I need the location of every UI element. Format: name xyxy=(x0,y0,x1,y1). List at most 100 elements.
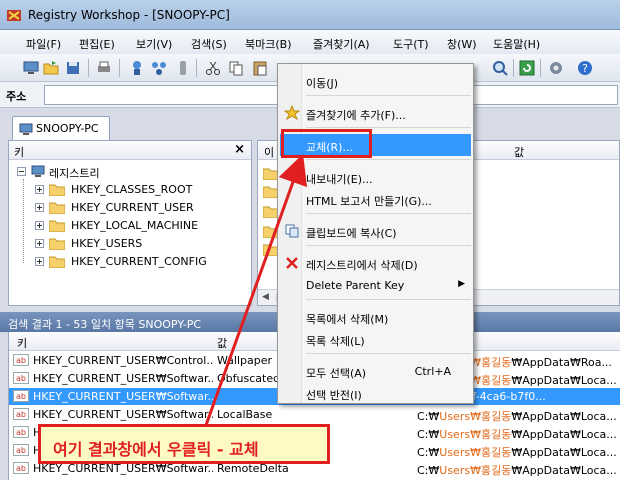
expand-toggle-icon[interactable] xyxy=(35,203,44,212)
results-key-column[interactable]: 키 xyxy=(17,335,27,351)
menu-item-label: 선택 반전(I) xyxy=(306,389,362,402)
column-value-header[interactable]: 값 xyxy=(514,144,524,160)
menu-item[interactable]: 모두 선택(A) Ctrl+A xyxy=(280,360,471,382)
toolbar-separator xyxy=(196,59,197,77)
connect-icon[interactable] xyxy=(128,59,146,77)
menu-item-label: Delete Parent Key xyxy=(306,279,405,292)
title-bar: Registry Workshop - [SNOOPY-PC] xyxy=(0,0,620,30)
menu-item-shortcut: Ctrl+A xyxy=(414,365,451,378)
row-data: C:₩Users₩홍길동₩AppData₩Loca... xyxy=(417,462,620,477)
collapse-toggle-icon[interactable] xyxy=(17,167,26,176)
string-value-icon: ab xyxy=(13,444,29,456)
expand-toggle-icon[interactable] xyxy=(35,257,44,266)
menu-bar: 파일(F) 편집(E) 보기(V) 검색(S) 북마크(B) 즐겨찾기(A) 도… xyxy=(0,30,620,54)
menu-file[interactable]: 파일(F) xyxy=(26,36,61,52)
cut-icon[interactable] xyxy=(204,59,222,77)
svg-text:ab: ab xyxy=(16,410,26,419)
row-data-path: ₩AppData₩Roa... xyxy=(511,356,612,369)
menu-item[interactable]: 선택 반전(I) xyxy=(280,382,471,404)
menu-separator xyxy=(306,159,471,160)
row-data-path: ₩AppData₩Loca... xyxy=(511,464,617,477)
tab-snoopy-pc[interactable]: SNOOPY-PC xyxy=(12,116,110,140)
svg-text:ab: ab xyxy=(16,392,26,401)
tree-item-label: HKEY_CURRENT_USER xyxy=(71,201,194,214)
find-icon[interactable] xyxy=(491,59,509,77)
toolbar-separator xyxy=(119,59,120,77)
tree-item-label: HKEY_CLASSES_ROOT xyxy=(71,183,193,196)
menu-item[interactable]: HTML 보고서 만들기(G)... xyxy=(280,188,471,210)
menu-separator xyxy=(306,245,471,246)
highlight-box xyxy=(281,129,372,158)
string-value-icon: ab xyxy=(13,426,29,438)
menu-item[interactable]: 즐겨찾기에 추가(F)... xyxy=(280,102,471,124)
menu-item[interactable]: 목록에서 삭제(M) xyxy=(280,306,471,328)
row-data: C:₩Users₩홍길동₩AppData₩Loca... xyxy=(417,444,620,459)
print-icon[interactable] xyxy=(95,59,113,77)
computer-icon[interactable] xyxy=(22,59,40,77)
context-menu: 이동(J) 즐겨찾기에 추가(F)... 교체(R)... 내보내기(E)... HTM… xyxy=(277,63,474,404)
menu-view[interactable]: 보기(V) xyxy=(136,36,172,52)
table-row[interactable]: ab HKEY_CURRENT_USER₩Softwar... LocalBase C… xyxy=(9,406,620,423)
row-data-path: ₩AppData₩Loca... xyxy=(511,428,617,441)
svg-text:ab: ab xyxy=(16,428,26,437)
menu-favorites[interactable]: 즐겨찾기(A) xyxy=(313,36,370,52)
menu-tools[interactable]: 도구(T) xyxy=(393,36,429,52)
refresh-icon[interactable] xyxy=(518,59,536,77)
menu-item[interactable]: Delete Parent Key ▶ xyxy=(280,274,471,296)
options-icon[interactable] xyxy=(547,59,565,77)
tree-guide-line xyxy=(23,179,24,263)
menu-item-label: 클립보드에 복사(C) xyxy=(306,227,397,240)
tree-root-registry[interactable]: 레지스트리 xyxy=(17,163,247,181)
menu-item-label: 이동(J) xyxy=(306,77,339,90)
menu-item-label: 레지스트리에서 삭제(D) xyxy=(306,259,418,272)
tree-item-hklm[interactable]: HKEY_LOCAL_MACHINE xyxy=(35,217,245,235)
save-icon[interactable] xyxy=(64,59,82,77)
menu-item[interactable]: 클립보드에 복사(C) xyxy=(280,220,471,242)
tree-item-hkcr[interactable]: HKEY_CLASSES_ROOT xyxy=(35,181,245,199)
close-icon[interactable]: × xyxy=(234,142,245,157)
copy-icon[interactable] xyxy=(227,59,245,77)
row-data-drive: C:₩ xyxy=(417,446,440,459)
menu-help[interactable]: 도움말(H) xyxy=(493,36,540,52)
menu-separator xyxy=(306,213,471,214)
expand-toggle-icon[interactable] xyxy=(35,221,44,230)
menu-edit[interactable]: 편집(E) xyxy=(79,36,115,52)
annotation-callout: 여기 결과창에서 우클릭 - 교체 xyxy=(38,424,330,464)
help-icon[interactable]: ? xyxy=(576,59,594,77)
menu-search[interactable]: 검색(S) xyxy=(191,36,227,52)
menu-item-label: 목록에서 삭제(M) xyxy=(306,313,389,326)
tree-item-hkcu[interactable]: HKEY_CURRENT_USER xyxy=(35,199,245,217)
string-value-icon: ab xyxy=(13,372,29,384)
row-key: HKEY_CURRENT_USER₩Softwar... xyxy=(33,408,213,421)
expand-toggle-icon[interactable] xyxy=(35,239,44,248)
menu-item[interactable]: 목록 삭제(L) xyxy=(280,328,471,350)
menu-item-label: HTML 보고서 만들기(G)... xyxy=(306,195,432,208)
menu-item[interactable]: 내보내기(E)... xyxy=(280,166,471,188)
tree-item-hku[interactable]: HKEY_USERS xyxy=(35,235,245,253)
row-data-drive: C:₩ xyxy=(417,410,440,423)
paste-icon[interactable] xyxy=(251,59,269,77)
network-icon[interactable] xyxy=(150,59,168,77)
menu-window[interactable]: 창(W) xyxy=(447,36,477,52)
menu-item[interactable]: 레지스트리에서 삭제(D) xyxy=(280,252,471,274)
open-folder-icon[interactable] xyxy=(42,59,60,77)
folder-icon xyxy=(49,238,65,250)
results-value-column[interactable]: 값 xyxy=(217,335,227,351)
disconnect-icon[interactable] xyxy=(174,59,192,77)
menu-separator xyxy=(306,299,471,300)
string-value-icon: ab xyxy=(13,462,29,474)
scroll-left-icon[interactable]: ◀ xyxy=(262,292,269,302)
tree-item-hkcc[interactable]: HKEY_CURRENT_CONFIG xyxy=(35,253,245,271)
row-name: LocalBase xyxy=(217,408,273,421)
computer-icon xyxy=(19,123,33,135)
menu-item-label: 모두 선택(A) xyxy=(306,367,367,380)
app-logo-icon xyxy=(7,10,21,21)
column-name-header[interactable]: 이 xyxy=(264,144,274,160)
menu-item-label: 내보내기(E)... xyxy=(306,173,373,186)
row-data-drive: C:₩ xyxy=(417,464,440,477)
svg-text:?: ? xyxy=(582,62,588,75)
menu-item[interactable]: 이동(J) xyxy=(280,70,471,92)
folder-icon xyxy=(49,202,65,214)
expand-toggle-icon[interactable] xyxy=(35,185,44,194)
menu-bookmarks[interactable]: 북마크(B) xyxy=(245,36,292,52)
